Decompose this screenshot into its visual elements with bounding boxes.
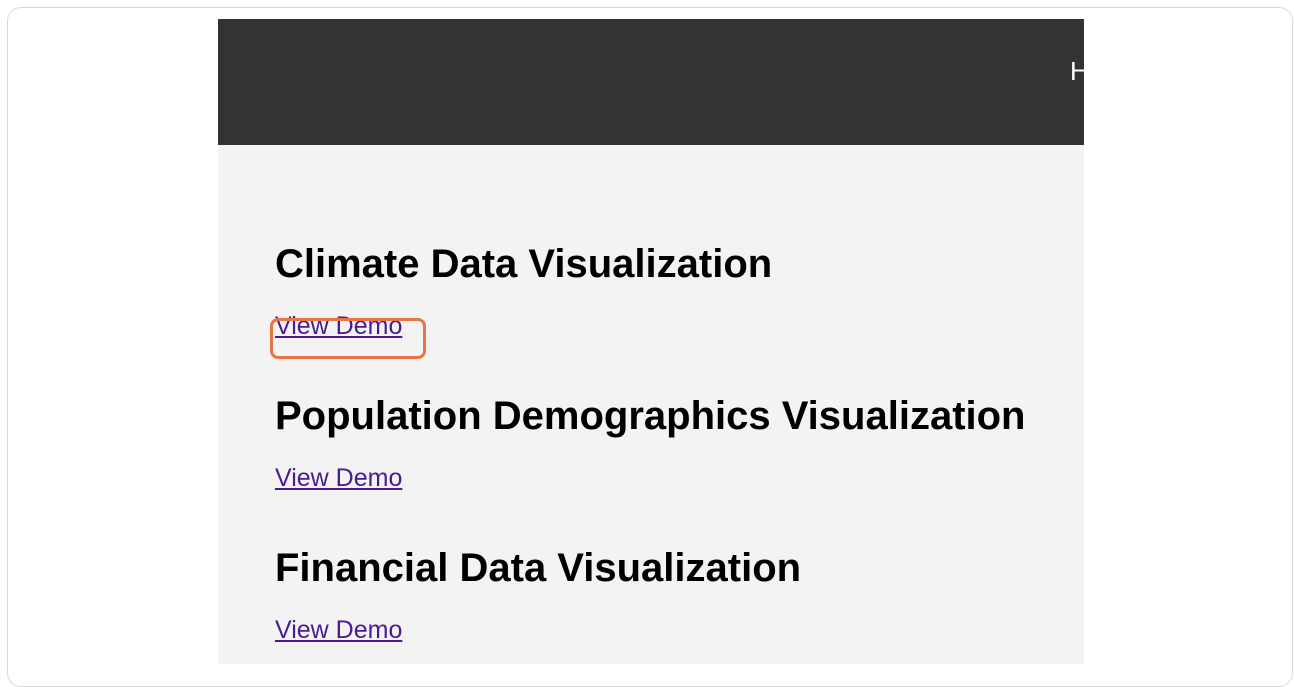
project-title-climate: Climate Data Visualization — [275, 242, 773, 286]
project-climate: Climate Data Visualization View Demo — [275, 241, 773, 340]
project-financial: Financial Data Visualization View Demo — [275, 545, 802, 644]
nav-link[interactable]: H — [1070, 56, 1084, 86]
view-demo-link-population[interactable]: View Demo — [275, 463, 402, 493]
project-title-population: Population Demographics Visualization — [275, 394, 1026, 438]
top-navigation-bar: H — [218, 19, 1084, 145]
view-demo-link-financial[interactable]: View Demo — [275, 615, 402, 645]
projects-section: Climate Data Visualization View Demo Pop… — [218, 145, 1084, 664]
project-title-financial: Financial Data Visualization — [275, 546, 802, 590]
project-population: Population Demographics Visualization Vi… — [275, 393, 1026, 492]
view-demo-link-climate[interactable]: View Demo — [275, 311, 402, 341]
page-viewport: H Climate Data Visualization View Demo P… — [218, 19, 1084, 664]
